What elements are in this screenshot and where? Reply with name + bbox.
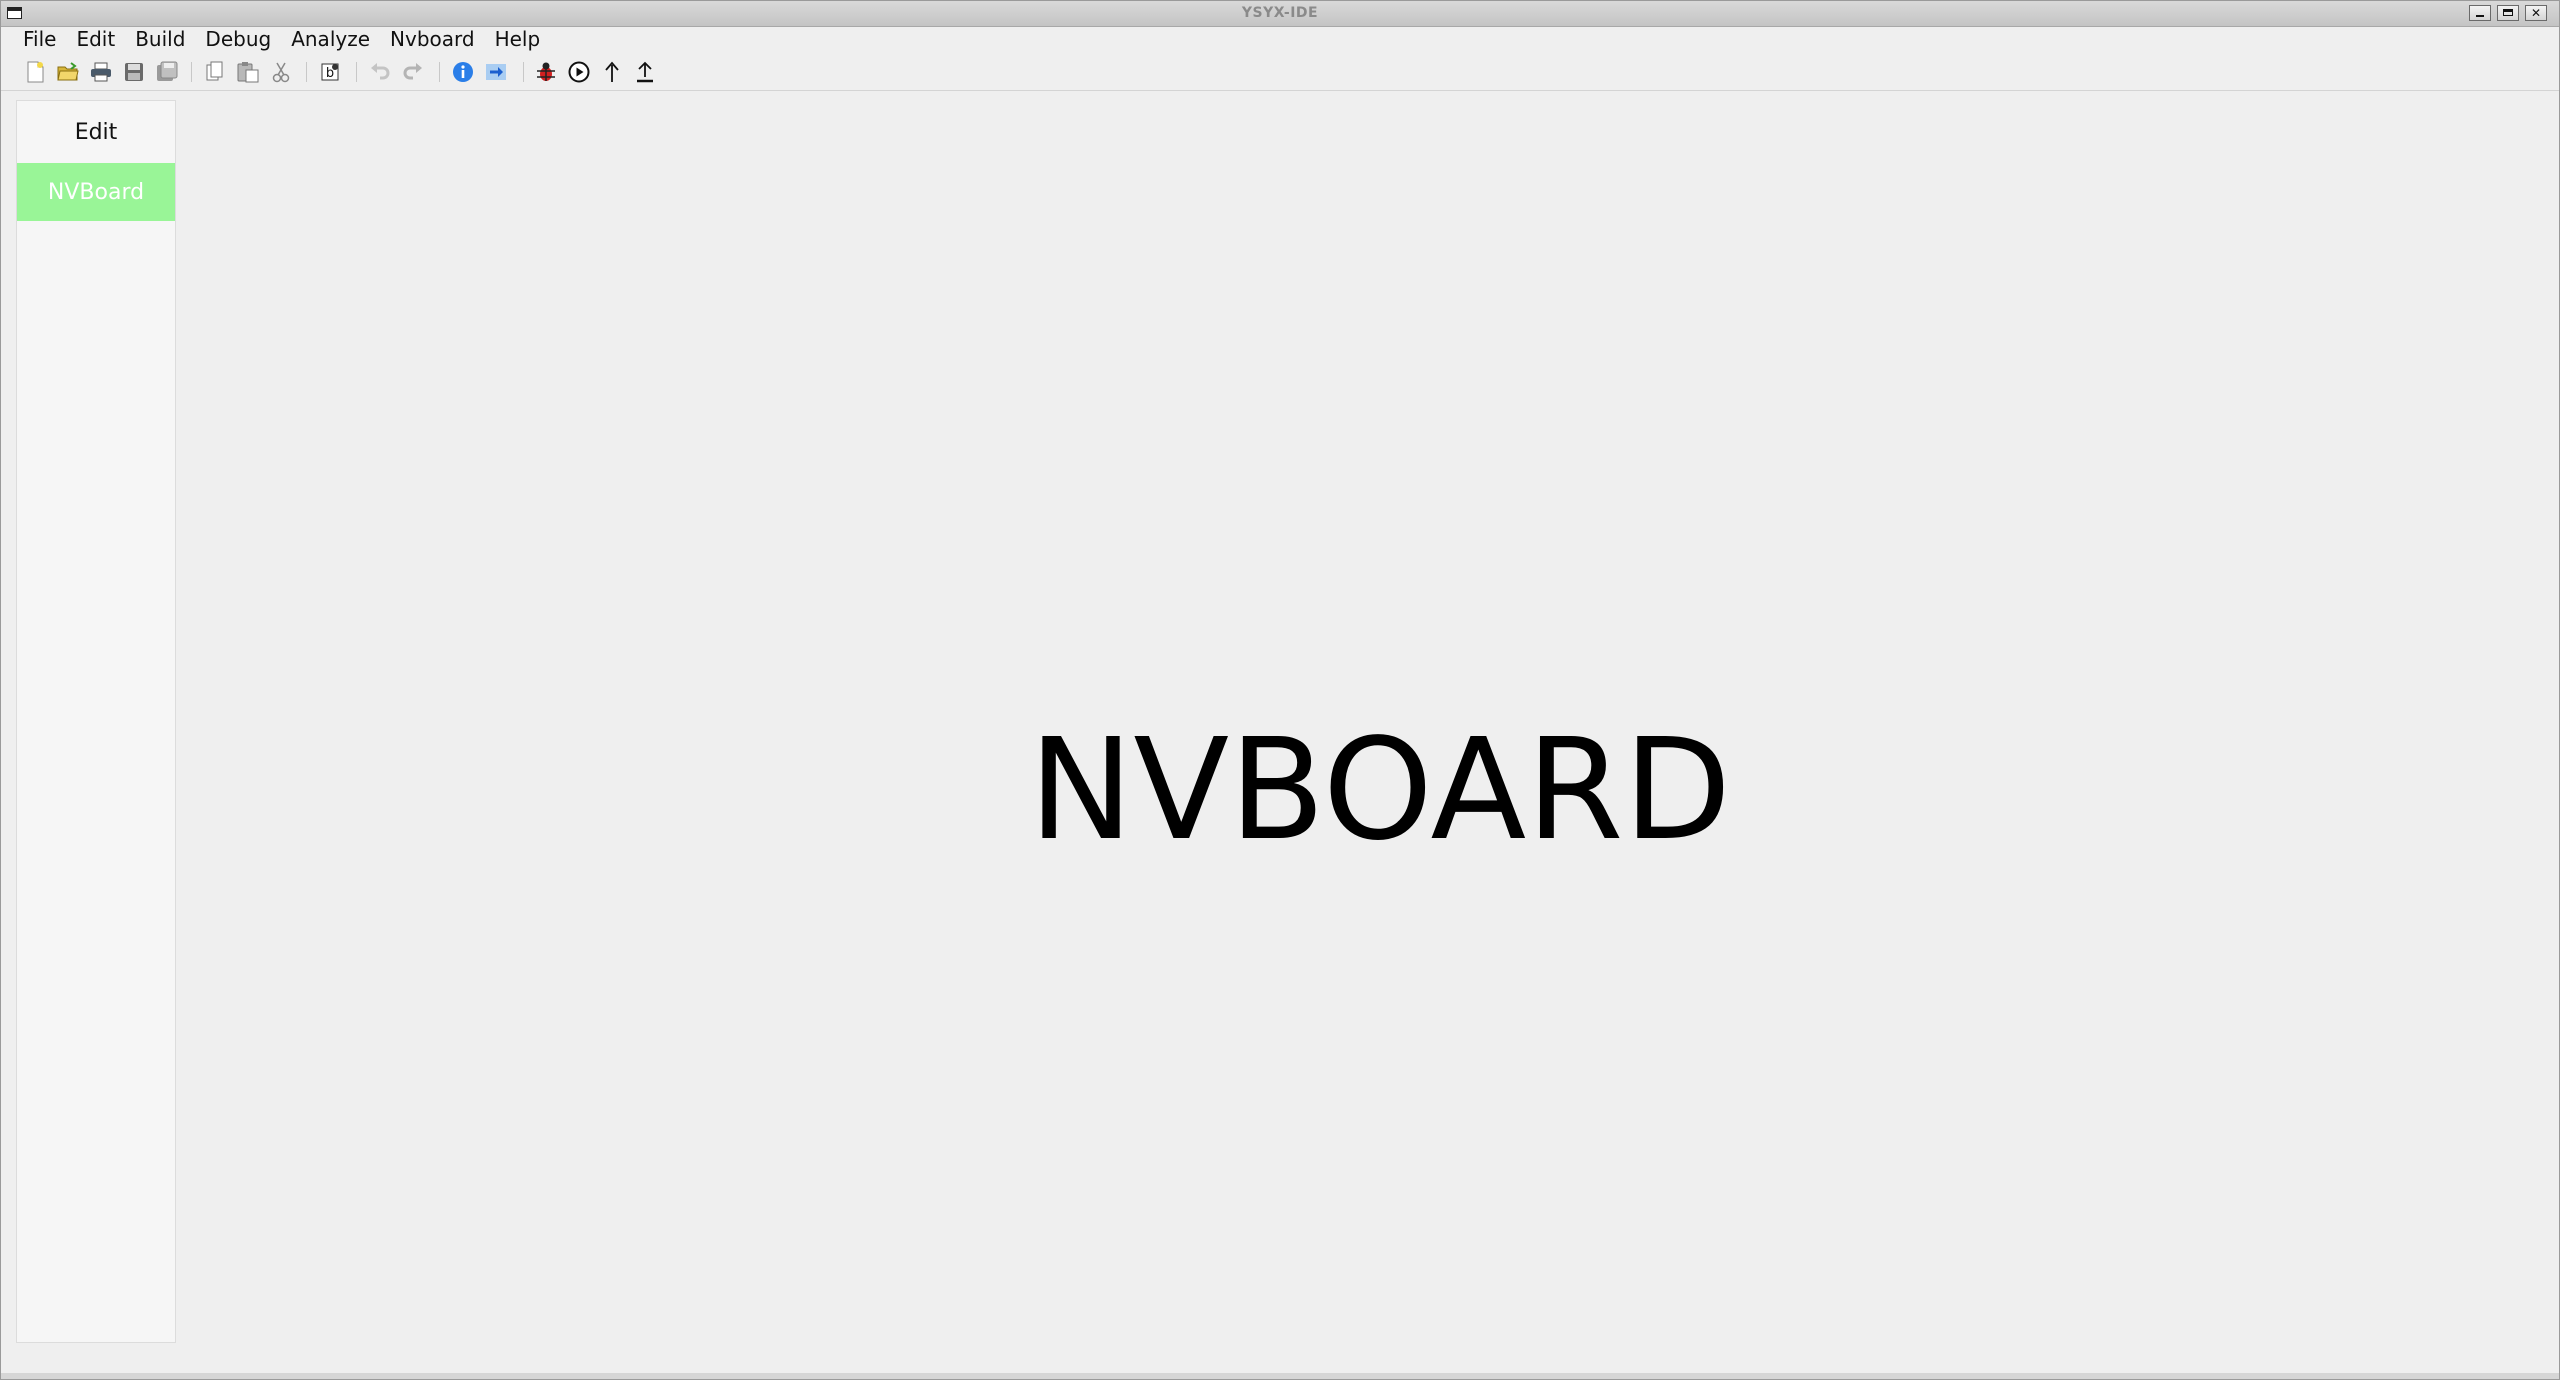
minimize-button[interactable] bbox=[2469, 5, 2491, 21]
copy-icon bbox=[206, 61, 223, 81]
toolbar-separator bbox=[523, 62, 524, 82]
toolbar-separator bbox=[191, 62, 192, 82]
sidebar-item-edit[interactable]: Edit bbox=[17, 103, 175, 161]
window-title: YSYX-IDE bbox=[1241, 5, 1319, 21]
title-bar[interactable]: YSYX-IDE bbox=[1, 1, 2559, 27]
maximize-button[interactable] bbox=[2497, 5, 2519, 21]
save-all-button[interactable] bbox=[155, 60, 179, 84]
info-button[interactable] bbox=[451, 60, 475, 84]
debug-bug-icon bbox=[537, 62, 555, 81]
toolbar: b bbox=[1, 54, 2559, 91]
cut-button[interactable] bbox=[269, 60, 293, 84]
print-button[interactable] bbox=[89, 60, 113, 84]
save-icon bbox=[125, 63, 143, 81]
nvboard-heading: NVBOARD bbox=[1028, 709, 1732, 872]
toolbar-separator bbox=[306, 62, 307, 82]
run-button[interactable] bbox=[567, 60, 591, 84]
cut-icon bbox=[272, 62, 290, 83]
paste-icon bbox=[237, 62, 259, 83]
window-bottom-edge bbox=[1, 1373, 2559, 1379]
sidebar-item-nvboard[interactable]: NVBoard bbox=[17, 163, 175, 221]
upload-button[interactable] bbox=[633, 60, 657, 84]
menu-edit[interactable]: Edit bbox=[66, 27, 125, 52]
redo-icon bbox=[403, 63, 422, 80]
save-all-icon bbox=[157, 61, 178, 81]
build-icon: b bbox=[321, 63, 339, 81]
menu-help[interactable]: Help bbox=[485, 27, 551, 52]
debug-button[interactable] bbox=[534, 60, 558, 84]
menu-nvboard[interactable]: Nvboard bbox=[380, 27, 485, 52]
menu-bar: File Edit Build Debug Analyze Nvboard He… bbox=[1, 27, 2559, 52]
paste-button[interactable] bbox=[236, 60, 260, 84]
save-button[interactable] bbox=[122, 60, 146, 84]
print-icon bbox=[91, 62, 111, 82]
toolbar-separator bbox=[439, 62, 440, 82]
open-folder-icon bbox=[57, 62, 79, 81]
copy-button[interactable] bbox=[203, 60, 227, 84]
new-file-icon bbox=[27, 61, 44, 83]
close-button[interactable] bbox=[2525, 5, 2547, 21]
info-icon bbox=[453, 62, 473, 82]
menu-debug[interactable]: Debug bbox=[195, 27, 281, 52]
undo-button[interactable] bbox=[368, 60, 392, 84]
step-up-button[interactable] bbox=[600, 60, 624, 84]
undo-icon bbox=[371, 63, 390, 80]
main-content: NVBOARD bbox=[181, 91, 2559, 1371]
menu-analyze[interactable]: Analyze bbox=[281, 27, 380, 52]
new-file-button[interactable] bbox=[23, 60, 47, 84]
menu-file[interactable]: File bbox=[13, 27, 66, 52]
menu-build[interactable]: Build bbox=[125, 27, 195, 52]
run-icon bbox=[568, 61, 590, 83]
open-button[interactable] bbox=[56, 60, 80, 84]
build-button[interactable]: b bbox=[319, 60, 343, 84]
redo-button[interactable] bbox=[401, 60, 425, 84]
upload-icon bbox=[637, 61, 653, 83]
step-up-icon bbox=[605, 61, 619, 82]
sidebar: Edit NVBoard bbox=[16, 100, 176, 1343]
app-window: YSYX-IDE File Edit Build Debug Analyze N… bbox=[0, 0, 2560, 1380]
toolbar-separator bbox=[356, 62, 357, 82]
forward-button[interactable] bbox=[484, 60, 508, 84]
forward-arrow-icon bbox=[486, 64, 506, 80]
